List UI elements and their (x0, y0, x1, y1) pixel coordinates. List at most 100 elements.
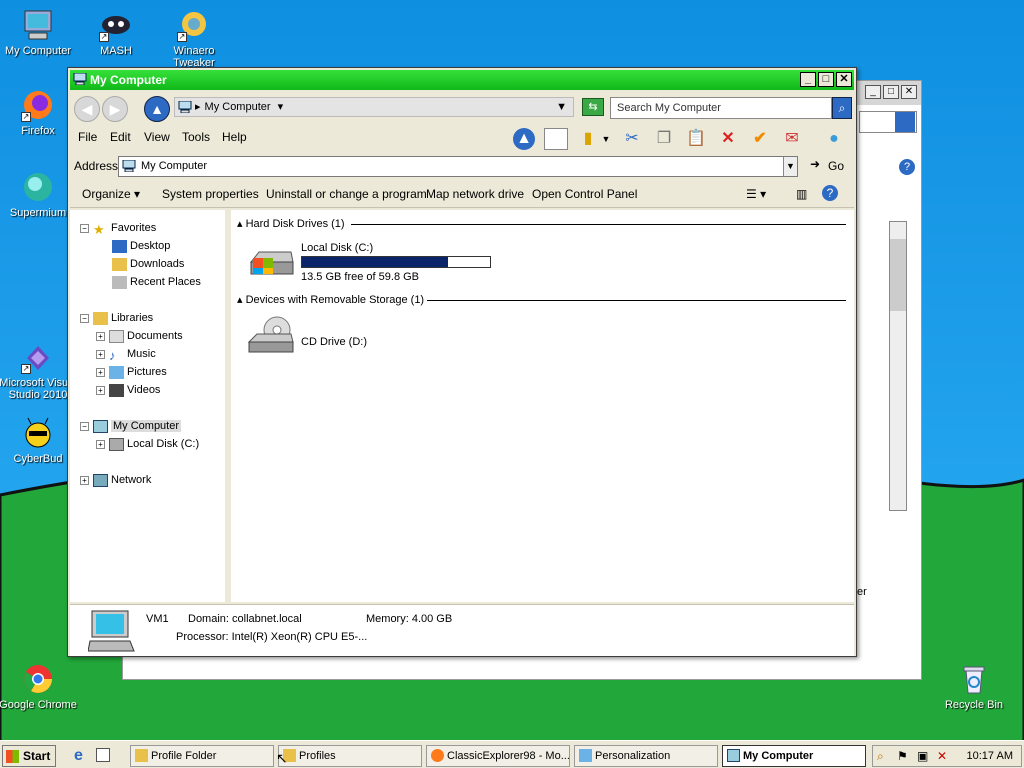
network-icon[interactable]: ▣ (917, 749, 928, 763)
history-dropdown-icon[interactable]: ▼ (556, 98, 567, 116)
tree-favorites[interactable]: − ★ Favorites (80, 220, 157, 237)
tree-item-downloads[interactable]: Downloads (112, 256, 184, 272)
start-button[interactable]: Start (2, 745, 56, 767)
taskbar-item-personalization[interactable]: Personalization (574, 745, 718, 767)
up-button[interactable]: ▲ (144, 96, 170, 122)
task-label: Profile Folder (151, 750, 217, 762)
desktop-icon-winaero[interactable]: ↗ Winaero Tweaker (154, 8, 234, 69)
taskbar-item-profile-folder[interactable]: Profile Folder (130, 745, 274, 767)
computer-icon (122, 160, 136, 172)
address-dropdown-icon[interactable]: ▼ (783, 157, 797, 176)
breadcrumb[interactable]: ▸ My Computer ▾ ▼ (174, 97, 574, 117)
search-input[interactable]: Search My Computer (610, 97, 832, 119)
open-control-panel-button[interactable]: Open Control Panel (532, 187, 637, 201)
uninstall-program-button[interactable]: Uninstall or change a program (266, 187, 427, 201)
system-properties-button[interactable]: System properties (162, 187, 259, 201)
tree-item-documents[interactable]: + Documents (96, 328, 183, 344)
change-view-icon[interactable]: ☰ ▾ (746, 187, 766, 201)
collapse-icon[interactable]: − (80, 421, 89, 431)
group-header-hdd[interactable]: ▴ Hard Disk Drives (1) (237, 216, 345, 232)
navigation-tree[interactable]: − ★ Favorites Desktop Downloads Recent Pla… (70, 210, 228, 602)
folders-pane-icon[interactable] (544, 128, 568, 150)
desktop-icon-recycle-bin[interactable]: Recycle Bin (934, 662, 1014, 711)
paste-icon[interactable]: 📋 (684, 128, 708, 150)
background-minimize-button[interactable]: _ (865, 85, 881, 99)
close-button[interactable]: ✕ (836, 72, 852, 87)
tree-item-music[interactable]: + ♪ Music (96, 346, 156, 363)
menu-edit[interactable]: Edit (110, 130, 131, 144)
tree-item-pictures[interactable]: + Pictures (96, 364, 167, 380)
desktop-icon-my-computer[interactable]: My Computer (0, 8, 78, 57)
options-dropdown-icon[interactable]: ▼ (600, 128, 612, 150)
internet-explorer-icon[interactable]: e (74, 747, 83, 765)
collapse-icon[interactable]: − (80, 313, 89, 323)
tree-item-local-disk[interactable]: + Local Disk (C:) (96, 436, 199, 452)
folder-options-icon[interactable]: ▮ (576, 128, 600, 150)
checkmark-icon[interactable]: ✔ (748, 128, 772, 150)
go-button[interactable]: Go (828, 159, 844, 173)
background-help-icon[interactable]: ? (899, 159, 915, 175)
expand-icon[interactable]: + (96, 349, 105, 359)
refresh-icon[interactable]: ⇆ (582, 98, 604, 116)
background-close-button[interactable]: ✕ (901, 85, 917, 99)
desktop-icon (112, 239, 127, 253)
cut-icon[interactable]: ✂ (620, 128, 644, 150)
expand-icon[interactable]: + (96, 367, 105, 377)
map-network-drive-button[interactable]: Map network drive (426, 187, 524, 201)
background-search-icon[interactable] (895, 112, 915, 132)
menu-view[interactable]: View (144, 130, 170, 144)
taskbar-item-my-computer[interactable]: My Computer (722, 745, 866, 767)
expand-icon[interactable]: + (80, 475, 89, 485)
desktop-icon-mash[interactable]: ↗ MASH (76, 8, 156, 57)
forward-button[interactable]: ▶ (102, 96, 128, 122)
expand-icon[interactable]: + (96, 331, 105, 341)
maximize-button[interactable]: □ (818, 72, 834, 87)
notepad-icon[interactable] (96, 748, 110, 762)
delete-icon[interactable]: ✕ (716, 128, 740, 150)
search-icon[interactable]: ⌕ (877, 749, 884, 764)
shell-icon[interactable]: ● (822, 128, 846, 150)
menu-file[interactable]: File (78, 130, 97, 144)
group-header-removable[interactable]: ▴ Devices with Removable Storage (1) (237, 292, 424, 308)
window-titlebar[interactable]: My Computer _ □ ✕ (70, 70, 854, 90)
up-folder-icon[interactable]: ▲ (513, 128, 535, 150)
windows-logo-icon (6, 750, 19, 763)
content-pane[interactable]: ▴ Hard Disk Drives (1) Local Disk (C:) 1… (231, 210, 854, 602)
drive-item-d[interactable]: CD Drive (D:) (247, 314, 447, 358)
tree-my-computer[interactable]: − My Computer (80, 418, 182, 434)
expand-icon[interactable]: + (96, 385, 105, 395)
preview-pane-icon[interactable]: ▥ (796, 187, 807, 201)
tree-item-recent-places[interactable]: Recent Places (112, 274, 201, 290)
tree-item-videos[interactable]: + Videos (96, 382, 160, 398)
volume-muted-icon[interactable]: ✕ (937, 749, 947, 763)
tree-network[interactable]: + Network (80, 472, 151, 488)
copy-icon[interactable]: ❐ (652, 128, 676, 150)
breadcrumb-chevron-icon[interactable]: ▾ (278, 101, 284, 113)
address-field[interactable]: My Computer ▼ (118, 156, 798, 177)
taskbar-item-classicexplorer[interactable]: ClassicExplorer98 - Mo... (426, 745, 570, 767)
back-button[interactable]: ◀ (74, 96, 100, 122)
tree-label: Favorites (111, 222, 157, 234)
help-icon[interactable]: ? (822, 185, 838, 201)
expand-icon[interactable]: + (96, 439, 105, 449)
desktop-icon-chrome[interactable]: Google Chrome (0, 662, 78, 711)
tree-item-desktop[interactable]: Desktop (112, 238, 170, 254)
properties-icon[interactable]: ✉ (780, 128, 804, 150)
collapse-icon[interactable]: − (80, 223, 89, 233)
organize-button[interactable]: Organize ▾ (82, 187, 140, 201)
background-maximize-button[interactable]: □ (883, 85, 899, 99)
drive-item-c[interactable]: Local Disk (C:) 13.5 GB free of 59.8 GB (247, 236, 507, 284)
search-icon[interactable]: ⌕ (832, 97, 852, 119)
go-arrow-icon[interactable]: ➜ (810, 157, 820, 171)
background-scrollbar-thumb[interactable] (890, 239, 906, 311)
desktop-icon-label: Microsoft Visual Studio 2010 (0, 377, 77, 401)
minimize-button[interactable]: _ (800, 72, 816, 87)
breadcrumb-item[interactable]: My Computer (205, 101, 271, 113)
menu-tools[interactable]: Tools (182, 130, 210, 144)
my-computer-window[interactable]: My Computer _ □ ✕ ◀ ▶ ▲ ▸ My Computer ▾ ▼… (67, 67, 857, 657)
tree-libraries[interactable]: − Libraries (80, 310, 153, 326)
menu-help[interactable]: Help (222, 130, 247, 144)
clock[interactable]: 10:17 AM (967, 750, 1013, 762)
flag-icon[interactable]: ⚑ (897, 749, 908, 763)
taskbar-item-profiles[interactable]: Profiles (278, 745, 422, 767)
